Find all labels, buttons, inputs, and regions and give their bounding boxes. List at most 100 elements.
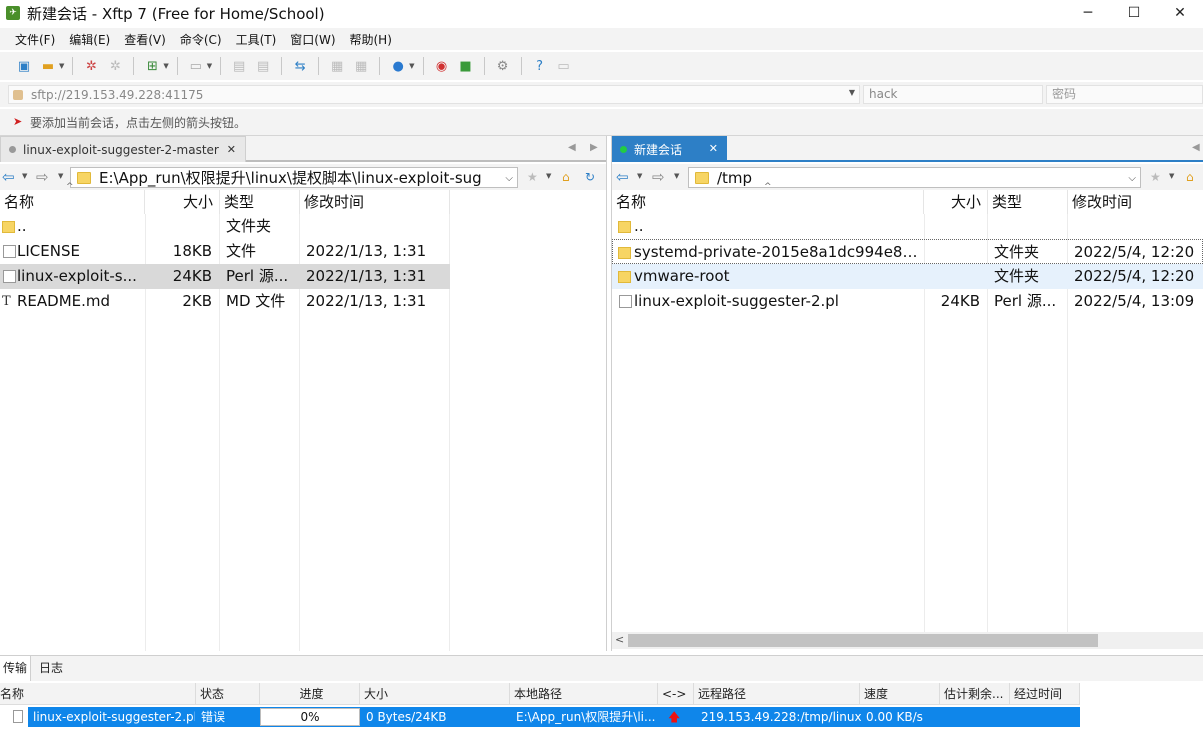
- col-type[interactable]: 类型: [220, 190, 300, 214]
- open-terminal-icon[interactable]: ▭: [186, 56, 206, 76]
- close-tab-icon[interactable]: ✕: [709, 142, 718, 155]
- back-dropdown-icon[interactable]: ▼: [637, 172, 642, 180]
- folder-icon: [618, 221, 631, 233]
- xftp-icon[interactable]: ■: [456, 56, 476, 76]
- home-folder-icon[interactable]: ⌂: [562, 170, 570, 184]
- settings-icon[interactable]: ⚙: [493, 56, 513, 76]
- back-icon[interactable]: ⇦: [2, 168, 15, 186]
- list-item[interactable]: T README.md 2KB MD 文件 2022/1/13, 1:31: [0, 289, 606, 314]
- path-dropdown-icon[interactable]: ⌵: [505, 173, 513, 184]
- properties-icon[interactable]: ▦: [351, 56, 371, 76]
- xcol-speed[interactable]: 速度: [860, 683, 940, 705]
- xcol-elapsed[interactable]: 经过时间: [1010, 683, 1080, 705]
- local-path-input[interactable]: E:\App_run\权限提升\linux\提权脚本\linux-exploit…: [70, 167, 518, 188]
- close-button[interactable]: ✕: [1157, 0, 1203, 26]
- list-item[interactable]: .. 文件夹: [0, 214, 606, 239]
- transfer-column-headers: 名称 状态 进度 大小 本地路径 <-> 远程路径 速度 估计剩余... 经过时…: [0, 683, 1080, 705]
- list-item-selected[interactable]: linux-exploit-s... 24KB Perl 源... 2022/1…: [0, 264, 450, 289]
- file-icon: [3, 245, 16, 258]
- xcol-eta[interactable]: 估计剩余...: [940, 683, 1010, 705]
- bookmark-dropdown-icon[interactable]: ▼: [1169, 172, 1174, 180]
- forward-icon[interactable]: ⇨: [36, 168, 49, 186]
- tab-transfer[interactable]: 传输: [0, 656, 32, 681]
- local-nav-bar: ⇦ ▼ ⇨ ▼ E:\App_run\权限提升\linux\提权脚本\linux…: [0, 164, 606, 190]
- bookmark-star-icon[interactable]: ★: [1150, 170, 1161, 184]
- forward-dropdown-icon[interactable]: ▼: [674, 172, 679, 180]
- list-item[interactable]: systemd-private-2015e8a1dc994e8f... 文件夹 …: [612, 239, 1203, 264]
- menu-window[interactable]: 窗口(W): [283, 31, 342, 48]
- col-modified[interactable]: 修改时间: [300, 190, 450, 214]
- bookmark-arrow-icon[interactable]: ➤: [13, 116, 25, 128]
- xcol-local-path[interactable]: 本地路径: [510, 683, 658, 705]
- xcol-size[interactable]: 大小: [360, 683, 510, 705]
- menu-edit[interactable]: 编辑(E): [62, 31, 117, 48]
- tab-log[interactable]: 日志: [36, 656, 66, 681]
- tab-remote[interactable]: 新建会话 ✕: [612, 136, 727, 162]
- username-input[interactable]: hack: [863, 85, 1043, 104]
- forward-dropdown-icon[interactable]: ▼: [58, 172, 63, 180]
- open-folder-icon[interactable]: ▬: [38, 56, 58, 76]
- xcol-remote-path[interactable]: 远程路径: [694, 683, 860, 705]
- back-dropdown-icon[interactable]: ▼: [22, 172, 27, 180]
- help-icon[interactable]: ?: [530, 56, 550, 76]
- minimize-button[interactable]: ─: [1065, 0, 1111, 26]
- tab-scroll-left-icon[interactable]: ◀: [568, 142, 576, 153]
- toolbar: ▣ ▬ ▼ ✲ ✲ ⊞ ▼ ▭ ▼ ▤ ▤ ⇆ ▦ ▦ ● ▼ ◉ ■ ⚙ ? ▭: [0, 52, 1203, 80]
- home-folder-icon[interactable]: ⌂: [1186, 170, 1194, 184]
- close-tab-icon[interactable]: ✕: [227, 143, 236, 156]
- tab-scroll-right-icon[interactable]: ▶: [590, 142, 598, 153]
- reconnect-icon[interactable]: ✲: [105, 56, 125, 76]
- bookmark-star-icon[interactable]: ★: [527, 170, 538, 184]
- col-modified[interactable]: 修改时间: [1068, 190, 1203, 214]
- col-name[interactable]: 名称: [612, 190, 924, 214]
- xftp-logo-icon: ✈: [6, 6, 20, 20]
- menu-view[interactable]: 查看(V): [117, 31, 173, 48]
- list-item[interactable]: ..: [612, 214, 1203, 239]
- tab-scroll-left-icon[interactable]: ◀: [1192, 142, 1200, 153]
- menu-file[interactable]: 文件(F): [8, 31, 62, 48]
- tab-local[interactable]: linux-exploit-suggester-2-master ✕: [0, 136, 246, 162]
- new-window-icon[interactable]: ⊞: [142, 56, 162, 76]
- remote-pane: 新建会话 ✕ ◀ ⇦ ▼ ⇨ ▼ /tmp ⌵ ★ ▼ ⌂ ^ 名称 大小 类型…: [611, 136, 1203, 651]
- col-type[interactable]: 类型: [988, 190, 1068, 214]
- menu-tools[interactable]: 工具(T): [229, 31, 284, 48]
- maximize-button[interactable]: ☐: [1111, 0, 1157, 26]
- col-size[interactable]: 大小: [145, 190, 220, 214]
- scrollbar-thumb[interactable]: [628, 634, 1098, 647]
- xcol-direction[interactable]: <->: [658, 683, 694, 705]
- menu-help[interactable]: 帮助(H): [343, 31, 399, 48]
- col-size[interactable]: 大小: [924, 190, 988, 214]
- copy-icon[interactable]: ▤: [229, 56, 249, 76]
- paste-icon[interactable]: ▤: [253, 56, 273, 76]
- host-dropdown-icon[interactable]: ▼: [849, 88, 855, 97]
- xshell-icon[interactable]: ◉: [432, 56, 452, 76]
- list-item[interactable]: LICENSE 18KB 文件 2022/1/13, 1:31: [0, 239, 606, 264]
- disconnect-icon[interactable]: ✲: [81, 56, 101, 76]
- xcol-status[interactable]: 状态: [196, 683, 260, 705]
- back-icon[interactable]: ⇦: [616, 168, 629, 186]
- remote-path-input[interactable]: /tmp ⌵: [688, 167, 1141, 188]
- progress-bar: 0%: [260, 708, 360, 726]
- menu-command[interactable]: 命令(C): [173, 31, 229, 48]
- password-input[interactable]: 密码: [1046, 85, 1203, 104]
- list-item[interactable]: linux-exploit-suggester-2.pl 24KB Perl 源…: [612, 289, 1203, 314]
- host-input[interactable]: sftp://219.153.49.228:41175 ▼: [8, 85, 860, 104]
- horizontal-scrollbar[interactable]: <: [612, 632, 1203, 649]
- globe-icon[interactable]: ●: [388, 56, 408, 76]
- xcol-name[interactable]: 名称: [0, 683, 196, 705]
- chat-icon[interactable]: ▭: [554, 56, 574, 76]
- col-name[interactable]: 名称: [0, 190, 145, 214]
- list-item-selected[interactable]: vmware-root 文件夹 2022/5/4, 12:20: [612, 264, 1203, 289]
- scroll-left-icon[interactable]: <: [615, 633, 624, 646]
- bookmark-dropdown-icon[interactable]: ▼: [546, 172, 551, 180]
- upload-arrow-icon: 🡅: [668, 710, 681, 724]
- menu-bar: 文件(F) 编辑(E) 查看(V) 命令(C) 工具(T) 窗口(W) 帮助(H…: [0, 28, 1203, 50]
- path-dropdown-icon[interactable]: ⌵: [1128, 173, 1136, 184]
- forward-icon[interactable]: ⇨: [652, 168, 665, 186]
- new-session-icon[interactable]: ▣: [14, 56, 34, 76]
- refresh-icon[interactable]: ↻: [585, 170, 595, 184]
- transfer-icon[interactable]: ⇆: [290, 56, 310, 76]
- transfer-row[interactable]: linux-exploit-suggester-2.pl 错误 0% 0 Byt…: [28, 707, 1080, 727]
- stack-icon[interactable]: ▦: [327, 56, 347, 76]
- xcol-progress[interactable]: 进度: [260, 683, 360, 705]
